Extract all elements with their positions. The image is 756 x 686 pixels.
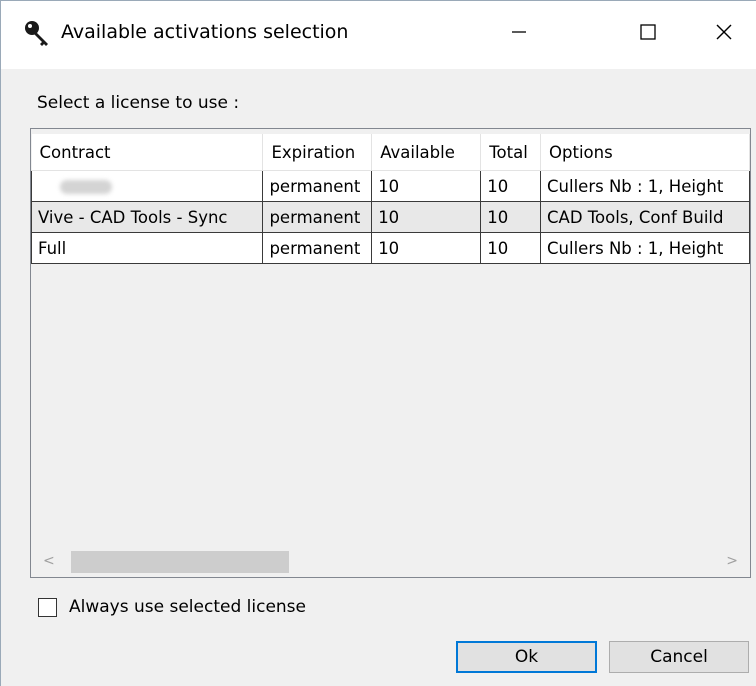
close-icon xyxy=(714,22,734,46)
cell-expiration[interactable]: permanent xyxy=(262,232,373,264)
horizontal-scrollbar[interactable]: < > xyxy=(31,547,750,577)
column-header-available[interactable]: Available xyxy=(371,134,482,171)
table-header-row: Contract Expiration Available Total Opti… xyxy=(31,134,750,171)
cancel-button[interactable]: Cancel xyxy=(609,641,749,673)
cell-contract[interactable]: Full xyxy=(31,232,264,264)
minimize-icon xyxy=(509,22,529,46)
license-table: Contract Expiration Available Total Opti… xyxy=(31,134,750,264)
column-header-options[interactable]: Options xyxy=(540,134,750,171)
ok-button[interactable]: Ok xyxy=(456,641,597,673)
cell-contract[interactable] xyxy=(31,170,264,202)
cell-expiration[interactable]: permanent xyxy=(262,201,373,233)
close-button[interactable] xyxy=(694,9,754,59)
table-row[interactable]: Vive - CAD Tools - Sync permanent 10 10 … xyxy=(31,201,750,233)
column-header-contract[interactable]: Contract xyxy=(31,134,264,171)
column-header-expiration[interactable]: Expiration xyxy=(262,134,373,171)
cell-options[interactable]: Cullers Nb : 1, Height xyxy=(540,170,750,202)
table-row[interactable]: permanent 10 10 Cullers Nb : 1, Height xyxy=(31,170,750,202)
redacted-contract-name xyxy=(60,180,112,194)
cell-available[interactable]: 10 xyxy=(371,232,482,264)
window-title: Available activations selection xyxy=(61,21,349,43)
scroll-left-icon[interactable]: < xyxy=(43,553,55,569)
cell-options[interactable]: Cullers Nb : 1, Height xyxy=(540,232,750,264)
cell-total[interactable]: 10 xyxy=(480,232,542,264)
cell-expiration[interactable]: permanent xyxy=(262,170,373,202)
table-row[interactable]: Full permanent 10 10 Cullers Nb : 1, Hei… xyxy=(31,232,750,264)
column-header-total[interactable]: Total xyxy=(480,134,542,171)
cell-total[interactable]: 10 xyxy=(480,201,542,233)
license-grid[interactable]: Contract Expiration Available Total Opti… xyxy=(30,128,751,578)
maximize-icon xyxy=(638,22,658,46)
always-use-option[interactable]: Always use selected license xyxy=(38,597,306,617)
always-use-label[interactable]: Always use selected license xyxy=(69,597,306,617)
cell-available[interactable]: 10 xyxy=(371,201,482,233)
key-icon xyxy=(23,19,53,49)
maximize-button[interactable] xyxy=(618,9,678,59)
license-selection-dialog: Available activations selection Select a… xyxy=(0,0,756,686)
minimize-button[interactable] xyxy=(489,9,549,59)
cell-total[interactable]: 10 xyxy=(480,170,542,202)
select-license-prompt: Select a license to use : xyxy=(37,93,240,113)
title-bar[interactable]: Available activations selection xyxy=(1,1,756,69)
cell-available[interactable]: 10 xyxy=(371,170,482,202)
cell-options[interactable]: CAD Tools, Conf Build xyxy=(540,201,750,233)
scroll-right-icon[interactable]: > xyxy=(726,553,738,569)
always-use-checkbox[interactable] xyxy=(38,597,57,617)
scroll-thumb[interactable] xyxy=(71,551,289,573)
cell-contract[interactable]: Vive - CAD Tools - Sync xyxy=(31,201,264,233)
